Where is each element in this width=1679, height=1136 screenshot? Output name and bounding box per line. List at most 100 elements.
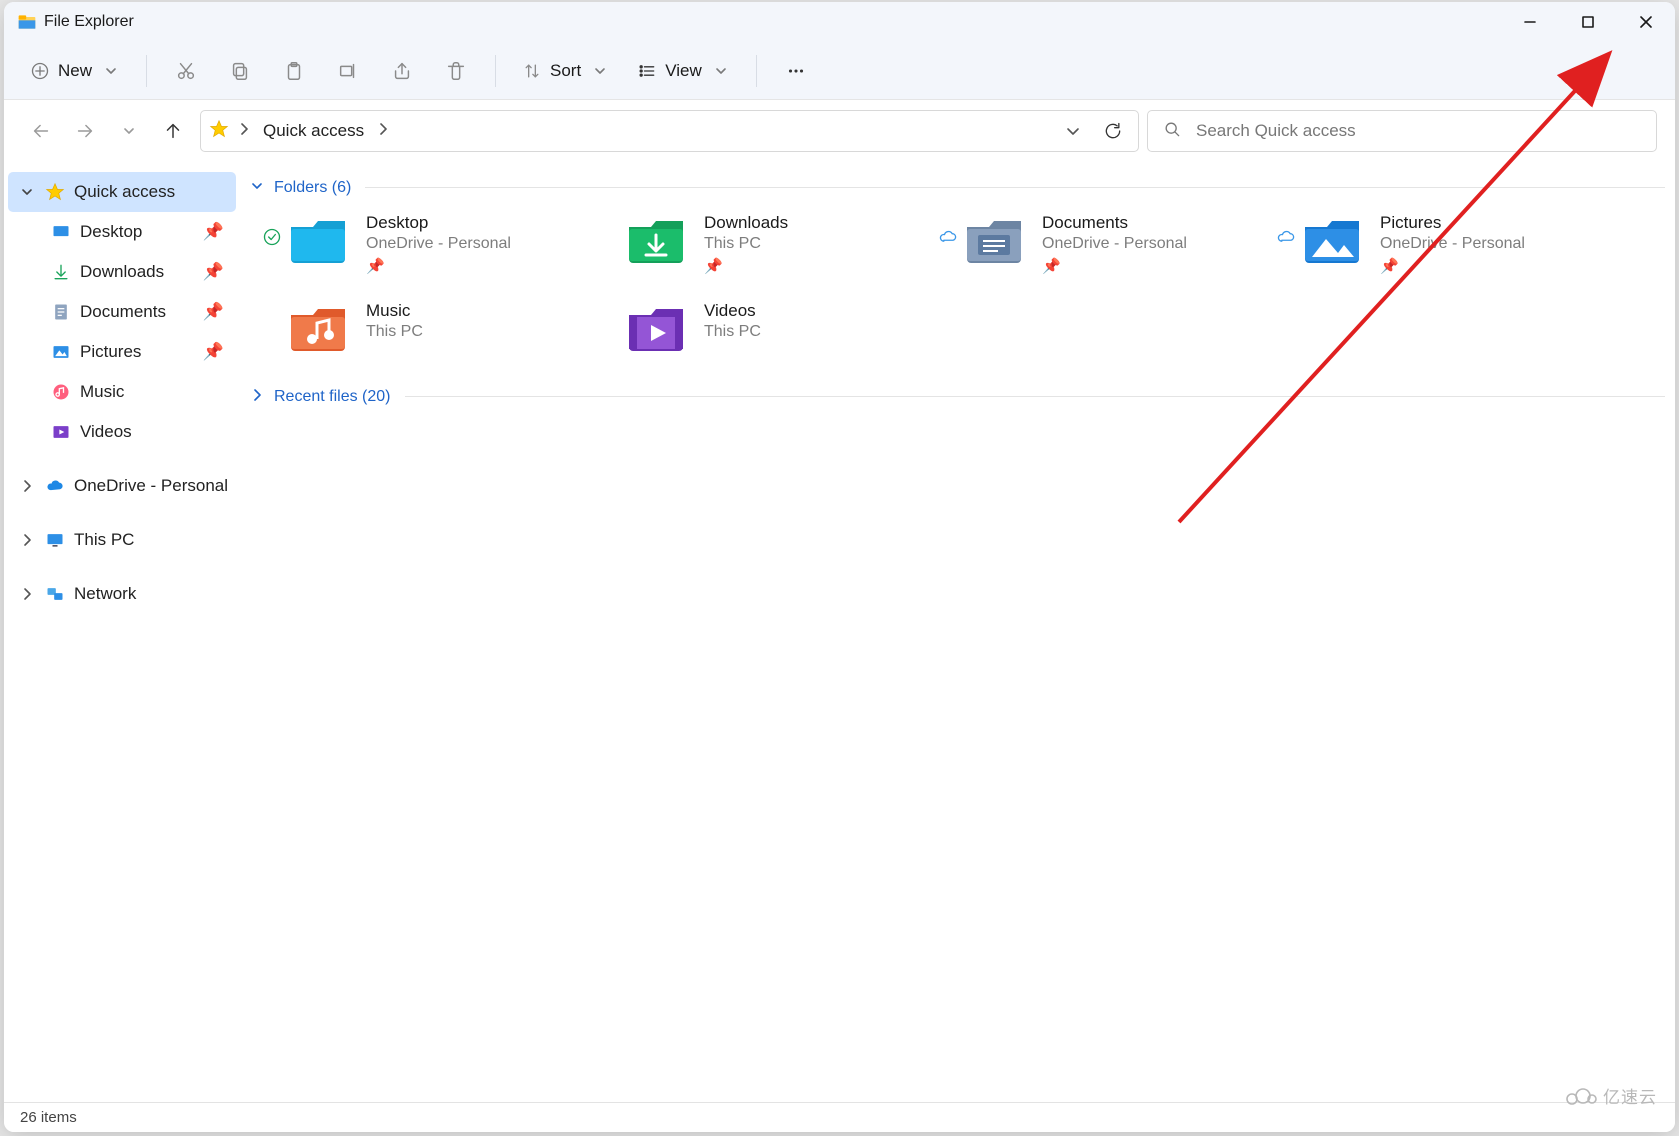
- sidebar-item-network[interactable]: Network: [8, 574, 236, 614]
- view-label: View: [665, 61, 702, 81]
- folder-name: Music: [366, 301, 423, 321]
- status-bar: 26 items: [4, 1102, 1675, 1132]
- sidebar-item-label: Videos: [80, 422, 132, 442]
- sidebar-item-onedrive[interactable]: OneDrive - Personal: [8, 466, 236, 506]
- sidebar-item-label: Pictures: [80, 342, 141, 362]
- sidebar-item-pictures[interactable]: Pictures 📌: [8, 332, 236, 372]
- address-dropdown-button[interactable]: [1056, 114, 1090, 148]
- pin-icon: 📌: [203, 222, 224, 242]
- folder-item-music[interactable]: Music This PC: [288, 301, 626, 353]
- sidebar-item-this-pc[interactable]: This PC: [8, 520, 236, 560]
- sidebar-item-label: This PC: [74, 530, 134, 550]
- nav-forward-button[interactable]: [66, 112, 104, 150]
- folder-name: Desktop: [366, 213, 511, 233]
- chevron-right-icon[interactable]: [235, 120, 253, 143]
- folder-grid: Desktop OneDrive - Personal 📌 Downloads …: [248, 207, 1675, 375]
- folder-icon: [288, 303, 348, 353]
- folder-location: This PC: [704, 235, 788, 253]
- status-cloud-icon: [938, 227, 958, 252]
- folder-item-documents[interactable]: Documents OneDrive - Personal 📌: [964, 213, 1302, 275]
- view-button[interactable]: View: [625, 49, 742, 93]
- sidebar-item-downloads[interactable]: Downloads 📌: [8, 252, 236, 292]
- sidebar-item-documents[interactable]: Documents 📌: [8, 292, 236, 332]
- sidebar-item-label: Desktop: [80, 222, 142, 242]
- navigation-pane: Quick access Desktop 📌 Downloads 📌 Docum…: [4, 162, 240, 1102]
- breadcrumb-quick-access[interactable]: Quick access: [259, 121, 368, 141]
- folder-name: Pictures: [1380, 213, 1525, 233]
- folder-name: Videos: [704, 301, 761, 321]
- chevron-right-icon[interactable]: [18, 585, 36, 603]
- video-icon: [50, 422, 72, 442]
- folder-location: OneDrive - Personal: [1042, 235, 1187, 253]
- rename-button[interactable]: [323, 49, 373, 93]
- nav-back-button[interactable]: [22, 112, 60, 150]
- section-recent-files[interactable]: Recent files (20): [248, 385, 1675, 408]
- app-icon: [12, 12, 42, 32]
- chevron-down-icon[interactable]: [18, 183, 36, 201]
- chevron-right-icon[interactable]: [18, 477, 36, 495]
- sort-button[interactable]: Sort: [510, 49, 621, 93]
- pin-icon: 📌: [203, 302, 224, 322]
- address-row: Quick access: [4, 100, 1675, 162]
- document-icon: [50, 302, 72, 322]
- pin-icon: 📌: [1042, 257, 1187, 275]
- more-button[interactable]: [771, 49, 821, 93]
- search-input[interactable]: [1196, 121, 1642, 141]
- sidebar-item-videos[interactable]: Videos: [8, 412, 236, 452]
- nav-up-button[interactable]: [154, 112, 192, 150]
- share-button[interactable]: [377, 49, 427, 93]
- window-title: File Explorer: [44, 13, 134, 31]
- folder-item-desktop[interactable]: Desktop OneDrive - Personal 📌: [288, 213, 626, 275]
- new-button[interactable]: New: [18, 49, 132, 93]
- toolbar-separator: [756, 55, 757, 87]
- toolbar-separator: [146, 55, 147, 87]
- folder-icon: [288, 215, 348, 265]
- download-icon: [50, 262, 72, 282]
- folder-location: This PC: [704, 323, 761, 341]
- status-cloud-icon: [1276, 227, 1296, 252]
- pin-icon: 📌: [704, 257, 788, 275]
- sidebar-item-label: Downloads: [80, 262, 164, 282]
- maximize-button[interactable]: [1559, 2, 1617, 42]
- refresh-button[interactable]: [1096, 114, 1130, 148]
- desktop-icon: [50, 222, 72, 242]
- toolbar-separator: [495, 55, 496, 87]
- network-icon: [44, 584, 66, 604]
- chevron-right-icon[interactable]: [374, 120, 392, 143]
- status-synced-icon: [262, 227, 282, 252]
- minimize-button[interactable]: [1501, 2, 1559, 42]
- close-button[interactable]: [1617, 2, 1675, 42]
- delete-button[interactable]: [431, 49, 481, 93]
- chevron-right-icon[interactable]: [18, 531, 36, 549]
- status-item-count: 26 items: [20, 1109, 77, 1126]
- sidebar-item-label: Network: [74, 584, 136, 604]
- cut-button[interactable]: [161, 49, 211, 93]
- folder-item-downloads[interactable]: Downloads This PC 📌: [626, 213, 964, 275]
- folder-item-pictures[interactable]: Pictures OneDrive - Personal 📌: [1302, 213, 1640, 275]
- titlebar: File Explorer: [4, 2, 1675, 42]
- search-box[interactable]: [1147, 110, 1657, 152]
- pin-icon: 📌: [366, 257, 511, 275]
- sidebar-item-music[interactable]: Music: [8, 372, 236, 412]
- sidebar-item-desktop[interactable]: Desktop 📌: [8, 212, 236, 252]
- watermark: 亿速云: [1563, 1083, 1657, 1108]
- sort-label: Sort: [550, 61, 581, 81]
- paste-button[interactable]: [269, 49, 319, 93]
- sidebar-item-quick-access[interactable]: Quick access: [8, 172, 236, 212]
- folder-name: Documents: [1042, 213, 1187, 233]
- address-bar[interactable]: Quick access: [200, 110, 1139, 152]
- folder-icon: [1302, 215, 1362, 265]
- sidebar-item-label: Quick access: [74, 182, 175, 202]
- pin-icon: 📌: [203, 262, 224, 282]
- copy-button[interactable]: [215, 49, 265, 93]
- new-label: New: [58, 61, 92, 81]
- folder-name: Downloads: [704, 213, 788, 233]
- cloud-icon: [44, 476, 66, 496]
- nav-history-button[interactable]: [110, 112, 148, 150]
- sidebar-item-label: Documents: [80, 302, 166, 322]
- sidebar-item-label: OneDrive - Personal: [74, 476, 228, 496]
- section-folders[interactable]: Folders (6): [248, 176, 1675, 199]
- sidebar-item-label: Music: [80, 382, 124, 402]
- folder-location: OneDrive - Personal: [366, 235, 511, 253]
- folder-item-videos[interactable]: Videos This PC: [626, 301, 964, 353]
